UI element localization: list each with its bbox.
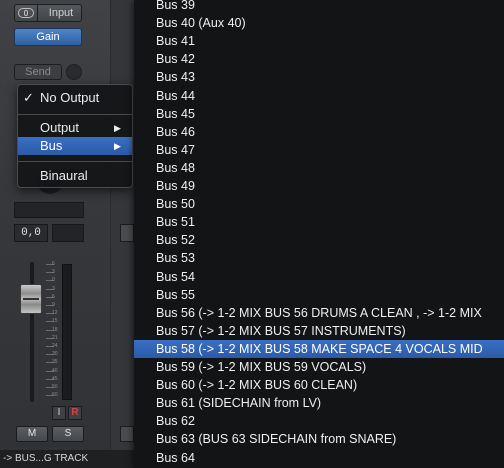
bus-menu-item[interactable]: Bus 50 [134,195,504,213]
bus-menu-item[interactable]: Bus 52 [134,231,504,249]
bus-menu-item[interactable]: Bus 43 [134,68,504,86]
record-enable-button[interactable]: R [68,406,82,420]
link-rings-icon[interactable] [18,8,34,18]
menu-item-label: Binaural [40,168,88,183]
fader-scale-label: 30 [52,351,58,358]
divider [37,5,38,21]
bus-menu-item[interactable]: Bus 60 (-> 1-2 MIX BUS 60 CLEAN) [134,376,504,394]
gain-button[interactable]: Gain [14,28,82,46]
peak-display [52,224,84,242]
send-slot[interactable]: Send [14,64,62,80]
bus-menu-item[interactable]: Bus 49 [134,177,504,195]
bus-menu-item[interactable]: Bus 55 [134,286,504,304]
volume-fader-track[interactable] [30,262,34,402]
bus-menu-item[interactable]: Bus 46 [134,123,504,141]
menu-separator [18,161,132,162]
bus-menu-item[interactable]: Bus 58 (-> 1-2 MIX BUS 58 MAKE SPACE 4 V… [134,339,504,358]
bus-menu-item[interactable]: Bus 61 (SIDECHAIN from LV) [134,394,504,412]
input-label: Input [48,7,74,19]
menu-item-label: Output [40,120,80,135]
menu-item-binaural[interactable]: Binaural [18,167,132,185]
submenu-arrow-icon: ▶ [114,141,121,151]
bus-menu-item[interactable]: Bus 48 [134,159,504,177]
menu-item-bus[interactable]: Bus ▶ [18,137,132,155]
fader-scale-label: 0 [52,277,55,284]
bus-menu-item[interactable]: Bus 63 (BUS 63 SIDECHAIN from SNARE) [134,430,504,448]
fader-scale-label: 6 [52,261,55,267]
level-meter [62,264,72,400]
adjacent-mute-button[interactable] [120,426,134,442]
fader-scale-label: 60 [52,392,58,399]
output-popup-menu: ✓ No Output Output ▶ Bus ▶ Binaural [17,84,133,188]
bus-menu-item[interactable]: Bus 51 [134,213,504,231]
submenu-arrow-icon: ▶ [114,123,121,133]
input-button[interactable]: Input [14,4,82,22]
bus-menu-item[interactable]: Bus 44 [134,87,504,105]
send-level-knob[interactable] [66,64,82,80]
bus-submenu: Bus 39 Bus 40 (Aux 40) Bus 41 Bus 42 Bus 43 B… [134,0,504,468]
bus-menu-item[interactable]: Bus 64 [134,449,504,467]
fader-scale-label: 15 [52,318,58,325]
bus-menu-item[interactable]: Bus 47 [134,141,504,159]
menu-item-no-output[interactable]: ✓ No Output [18,89,132,107]
bus-menu-item[interactable]: Bus 62 [134,412,504,430]
bus-menu-item[interactable]: Bus 54 [134,268,504,286]
bus-menu-item[interactable]: Bus 41 [134,32,504,50]
fader-scale-label: 12 [52,310,58,317]
fader-scale-label: 45 [52,375,58,382]
menu-separator [18,114,132,115]
fader-scale-label: 24 [52,343,58,349]
bus-menu-item[interactable]: Bus 39 [134,0,504,14]
menu-item-output[interactable]: Output ▶ [18,119,132,137]
input-monitor-button[interactable]: I [52,406,66,420]
bus-menu-item[interactable]: Bus 57 (-> 1-2 MIX BUS 57 INSTRUMENTS) [134,322,504,340]
menu-item-label: No Output [40,90,100,105]
bus-menu-item[interactable]: Bus 40 (Aux 40) [134,14,504,32]
fader-scale-label: 3 [52,269,55,276]
solo-button[interactable]: S [52,426,84,442]
fader-scale-label: 9 [52,302,55,308]
fader-scale-label: 18 [52,326,58,333]
fader-scale-label: 40 [52,367,58,374]
mute-button[interactable]: M [16,426,48,442]
bus-menu-item[interactable]: Bus 45 [134,105,504,123]
track-name[interactable]: -> BUS...G TRACK [0,450,134,468]
bus-menu-item[interactable]: Bus 59 (-> 1-2 MIX BUS 59 VOCALS) [134,358,504,376]
volume-fader-handle[interactable] [20,284,42,314]
group-slot[interactable] [14,202,84,218]
checkmark-icon: ✓ [23,90,34,105]
fader-scale-label: 3 [52,285,55,292]
pan-value: 0,0 [14,224,48,242]
menu-item-label: Bus [40,138,63,153]
bus-menu-item[interactable]: Bus 53 [134,249,504,267]
bus-menu-item[interactable]: Bus 56 (-> 1-2 MIX BUS 56 DRUMS A CLEAN … [134,304,504,322]
fader-scale-label: 6 [52,293,55,300]
fader-scale-label: 50 [52,384,58,390]
bus-menu-item[interactable]: Bus 42 [134,50,504,68]
adjacent-pan-value [120,224,134,242]
fader-scale-label: 35 [52,359,58,366]
fader-scale-label: 21 [52,334,58,341]
fader-scale: 6 3 0 3 6 9 12 15 18 21 24 30 35 40 45 50 60 [44,261,60,402]
